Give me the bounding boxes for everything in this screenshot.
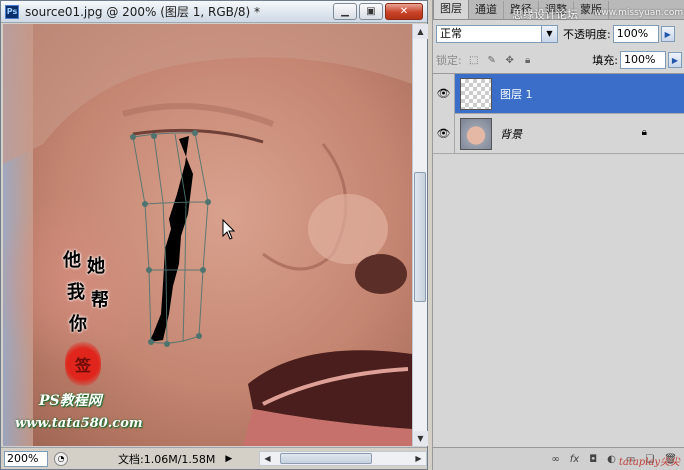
close-button[interactable]: ✕ [385, 3, 423, 20]
calligraphy-char: 我 [67, 282, 85, 303]
horizontal-scrollbar[interactable]: ◀ ▶ [259, 451, 427, 466]
layer-style-fx-icon[interactable]: fx [570, 454, 579, 465]
seal-text: 签 [74, 356, 91, 375]
lock-all-icon[interactable]: 🔒︎ [522, 54, 534, 66]
document-titlebar[interactable]: Ps source01.jpg @ 200% (图层 1, RGB/8) * ▁… [1, 1, 427, 23]
link-layers-icon[interactable]: ∞ [551, 454, 559, 465]
layer-thumbnail [460, 117, 492, 150]
layers-panel: 图层 通道 路径 调整 蒙版 正常 ▼ 不透明度: 100% ▶ 锁定: ⬚ ✎… [432, 0, 684, 470]
image-canvas[interactable]: 他 她 我 帮 你 签 PS教程网 www.tata580.com [3, 24, 412, 446]
top-watermark: 思缘设计论坛 [512, 8, 578, 21]
opacity-input[interactable]: 100% [612, 25, 659, 43]
document-title: source01.jpg @ 200% (图层 1, RGB/8) * [25, 5, 261, 19]
zoom-input[interactable]: 200% [4, 450, 48, 467]
brand-watermark: PS教程网 [39, 393, 102, 409]
horizontal-scroll-thumb[interactable] [280, 453, 372, 464]
status-menu-arrow-icon[interactable]: ▶ [225, 454, 232, 464]
chevron-down-icon[interactable]: ▼ [541, 26, 557, 42]
lock-pixels-brush-icon[interactable]: ✎ [486, 54, 498, 66]
vertical-scroll-thumb[interactable] [414, 172, 426, 302]
fill-input[interactable]: 100% [620, 51, 666, 69]
visibility-eye-icon[interactable]: 👁︎ [433, 73, 455, 114]
adjustment-layer-icon[interactable]: ◐ [607, 454, 616, 465]
photoshop-icon: Ps [5, 4, 19, 19]
calligraphy-char: 她 [87, 256, 105, 277]
top-url-watermark: www.missyuan.com [594, 8, 684, 18]
document-window: Ps source01.jpg @ 200% (图层 1, RGB/8) * ▁… [0, 0, 428, 470]
layer-row-layer1[interactable]: 👁︎ 图层 1 [433, 73, 684, 114]
document-size: 文档:1.06M/1.58M [118, 452, 216, 466]
scroll-right-icon[interactable]: ▶ [411, 452, 426, 465]
lock-transparency-icon[interactable]: ⬚ [468, 54, 480, 66]
status-bar: 200% ◔ 文档:1.06M/1.58M ▶ ◀ ▶ [1, 447, 427, 469]
bottom-watermark: tataplay尖尖 [618, 457, 680, 468]
layer-thumbnail [460, 77, 492, 110]
layer-name[interactable]: 背景 [500, 126, 522, 142]
calligraphy-char: 你 [69, 314, 87, 335]
url-watermark: www.tata580.com [15, 416, 143, 431]
opacity-label: 不透明度: [563, 28, 611, 41]
status-info-icon[interactable]: ◔ [54, 451, 68, 466]
lock-label: 锁定: [436, 54, 462, 67]
restore-button[interactable]: ▣ [359, 3, 383, 20]
tab-channels[interactable]: 通道 [469, 1, 504, 19]
fill-label: 填充: [592, 54, 618, 67]
add-mask-icon[interactable]: ◘ [589, 454, 597, 465]
layer-name[interactable]: 图层 1 [500, 86, 533, 102]
opacity-slider-arrow-icon[interactable]: ▶ [660, 26, 675, 42]
layer-lock-icon: 🔒︎ [641, 127, 647, 138]
calligraphy-char: 他 [63, 250, 81, 271]
photo-content [3, 24, 412, 446]
layers-list: 👁︎ 图层 1 👁︎ 背景 🔒︎ [433, 73, 684, 447]
minimize-button[interactable]: ▁ [333, 3, 357, 20]
red-seal: 签 [65, 342, 101, 386]
blend-mode-select[interactable]: 正常 ▼ [436, 25, 558, 43]
calligraphy-char: 帮 [91, 290, 109, 311]
scroll-up-icon[interactable]: ▲ [413, 24, 428, 39]
scroll-down-icon[interactable]: ▼ [413, 431, 428, 446]
calligraphy-watermark: 他 她 我 帮 你 [61, 252, 121, 342]
blend-mode-value: 正常 [440, 27, 462, 40]
scroll-left-icon[interactable]: ◀ [260, 452, 275, 465]
layer-row-background[interactable]: 👁︎ 背景 🔒︎ [433, 113, 684, 154]
lock-position-move-icon[interactable]: ✥ [504, 54, 516, 66]
visibility-eye-icon[interactable]: 👁︎ [433, 113, 455, 154]
vertical-scrollbar[interactable]: ▲ ▼ [412, 24, 428, 446]
fill-slider-arrow-icon[interactable]: ▶ [668, 52, 682, 68]
tab-layers[interactable]: 图层 [433, 0, 469, 19]
